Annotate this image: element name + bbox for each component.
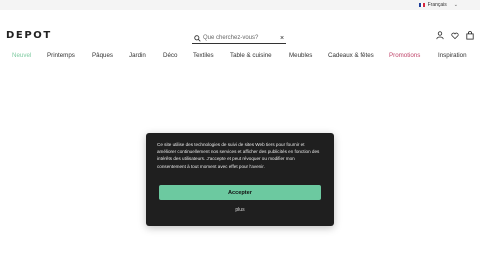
nav-item-spring[interactable]: Printemps	[47, 52, 75, 59]
top-utility-bar: Français ⌄	[0, 0, 480, 10]
language-selector[interactable]: Français ⌄	[418, 1, 458, 9]
header-icons	[436, 31, 474, 40]
nav-item-new[interactable]: Neuvel	[12, 52, 31, 59]
nav-item-decor[interactable]: Déco	[163, 52, 177, 59]
nav-item-textiles[interactable]: Textiles	[193, 52, 214, 59]
language-label: Français	[427, 2, 447, 8]
search-input[interactable]: Que cherchez-vous?	[202, 35, 278, 41]
more-options-link[interactable]: plus	[146, 207, 334, 213]
nav-item-garden[interactable]: Jardin	[129, 52, 146, 59]
french-flag-icon	[418, 3, 425, 7]
nav-item-promotions[interactable]: Promotions	[389, 52, 420, 59]
nav-item-table-kitchen[interactable]: Table & cuisine	[230, 52, 272, 59]
cart-icon[interactable]	[466, 31, 474, 40]
search-icon	[192, 34, 202, 42]
nav-item-furniture[interactable]: Meubles	[289, 52, 312, 59]
wishlist-icon[interactable]	[451, 31, 459, 40]
account-icon[interactable]	[436, 31, 444, 40]
nav-item-easter[interactable]: Pâques	[92, 52, 113, 59]
main-navigation: Neuvel Printemps Pâques Jardin Déco Text…	[0, 52, 480, 62]
cookie-consent-dialog: Ce site utilise des technologies de suiv…	[146, 133, 334, 226]
nav-item-gifts[interactable]: Cadeaux & fêtes	[328, 52, 374, 59]
depot-logo[interactable]: DEPOT	[6, 30, 52, 41]
chevron-down-icon: ⌄	[453, 2, 458, 8]
nav-item-inspiration[interactable]: Inspiration	[438, 52, 467, 59]
search-bar[interactable]: Que cherchez-vous? ×	[192, 33, 286, 44]
clear-search-icon[interactable]: ×	[278, 35, 286, 42]
accept-button[interactable]: Accepter	[159, 185, 321, 200]
cookie-message: Ce site utilise des technologies de suiv…	[157, 142, 320, 169]
